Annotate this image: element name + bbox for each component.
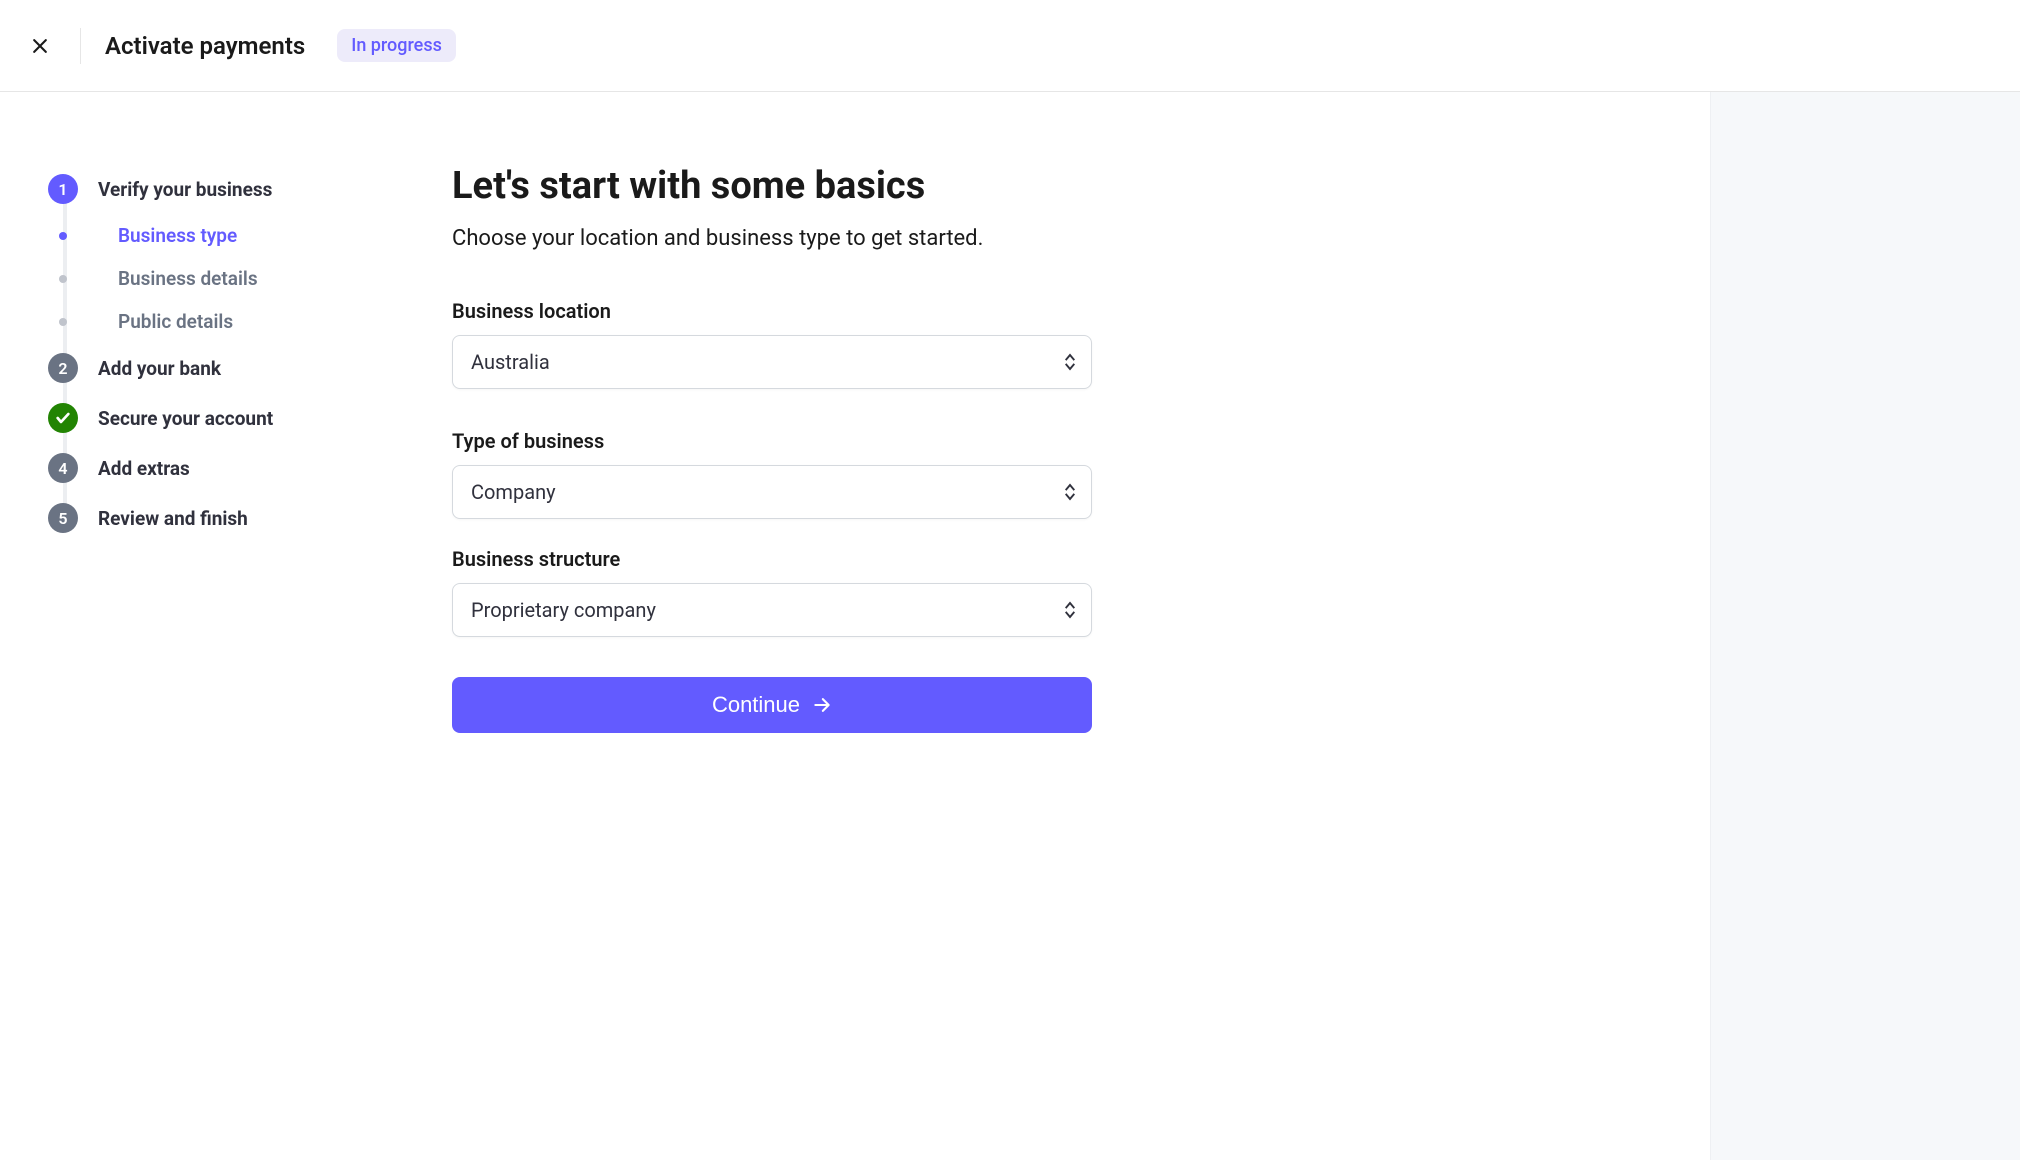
type-of-business-select[interactable]: Company	[452, 465, 1092, 519]
step-label: Add your bank	[98, 357, 221, 380]
substep-business-type[interactable]: Business type	[48, 214, 388, 257]
header-divider	[80, 28, 81, 64]
close-button[interactable]	[24, 30, 56, 62]
substep-business-details[interactable]: Business details	[48, 257, 388, 300]
substep-dot-icon	[59, 318, 67, 326]
form: Let's start with some basics Choose your…	[452, 164, 1092, 1112]
page-title: Activate payments	[105, 32, 305, 60]
step-label: Verify your business	[98, 178, 272, 201]
substep-dot-icon	[59, 232, 67, 240]
substep-public-details[interactable]: Public details	[48, 300, 388, 343]
continue-button[interactable]: Continue	[452, 677, 1092, 733]
business-structure-label: Business structure	[452, 547, 1092, 571]
step-done-badge	[48, 403, 78, 433]
close-icon	[30, 36, 50, 56]
arrow-right-icon	[812, 695, 832, 715]
business-structure-select[interactable]: Proprietary company	[452, 583, 1092, 637]
substep-label: Public details	[98, 310, 233, 333]
right-panel	[1710, 92, 2020, 1160]
status-badge: In progress	[337, 29, 456, 62]
step-number-badge: 5	[48, 503, 78, 533]
step-number-badge: 4	[48, 453, 78, 483]
type-of-business-label: Type of business	[452, 429, 1092, 453]
stepper: 1 Verify your business Business type Bus…	[48, 164, 388, 1112]
step-verify-business[interactable]: 1 Verify your business	[48, 164, 388, 214]
step-secure-account[interactable]: Secure your account	[48, 393, 388, 443]
select-value: Australia	[471, 350, 550, 374]
step-number-badge: 2	[48, 353, 78, 383]
step-review-finish[interactable]: 5 Review and finish	[48, 493, 388, 543]
step-number-badge: 1	[48, 174, 78, 204]
step-label: Review and finish	[98, 507, 248, 530]
business-location-label: Business location	[452, 299, 1092, 323]
substep-dot-icon	[59, 275, 67, 283]
continue-label: Continue	[712, 692, 800, 718]
business-location-select[interactable]: Australia	[452, 335, 1092, 389]
select-value: Proprietary company	[471, 598, 656, 622]
step-add-extras[interactable]: 4 Add extras	[48, 443, 388, 493]
check-icon	[55, 410, 71, 426]
header: Activate payments In progress	[0, 0, 2020, 92]
substep-label: Business type	[98, 224, 237, 247]
substep-label: Business details	[98, 267, 258, 290]
step-label: Secure your account	[98, 407, 273, 430]
select-value: Company	[471, 480, 556, 504]
form-subheading: Choose your location and business type t…	[452, 226, 1092, 251]
step-add-bank[interactable]: 2 Add your bank	[48, 343, 388, 393]
step-label: Add extras	[98, 457, 190, 480]
form-heading: Let's start with some basics	[452, 164, 1092, 208]
